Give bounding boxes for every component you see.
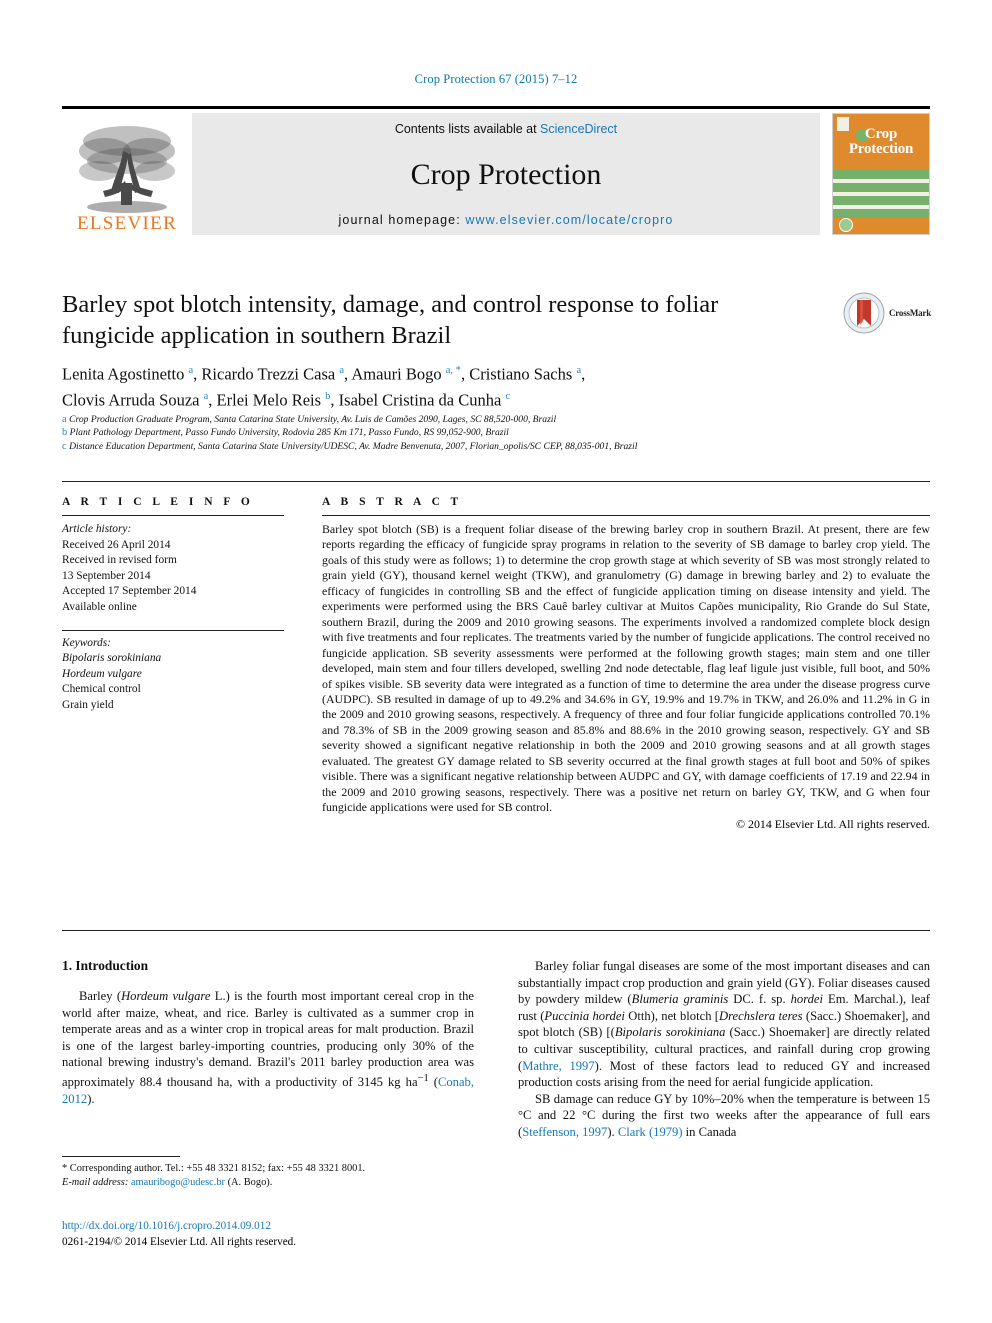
keywords-label: Keywords:: [62, 636, 111, 649]
footnote-rule: [62, 1156, 180, 1157]
crossmark-badge[interactable]: CrossMark: [843, 290, 943, 336]
doi-link[interactable]: http://dx.doi.org/10.1016/j.cropro.2014.…: [62, 1219, 522, 1235]
page-title: Barley spot blotch intensity, damage, an…: [62, 291, 719, 349]
history-item: 13 September 2014: [62, 569, 151, 582]
journal-cover-thumbnail: Crop Protection: [832, 113, 930, 235]
keyword-item: Bipolaris sorokiniana: [62, 652, 162, 665]
corresponding-author-footnote: * Corresponding author. Tel.: +55 48 332…: [62, 1156, 474, 1190]
keyword-item: Chemical control: [62, 683, 141, 696]
intro-paragraph-right-1: Barley foliar fungal diseases are some o…: [518, 959, 931, 1090]
footnote-email-line: E-mail address: amauribogo@udesc.br (A. …: [62, 1176, 474, 1190]
keywords-rule: [62, 629, 284, 631]
crossmark-label: CrossMark: [889, 308, 932, 318]
body-column-right: Barley foliar fungal diseases are some o…: [518, 958, 930, 1141]
abstract-rule: [322, 515, 930, 516]
email-suffix: (A. Bogo).: [225, 1177, 273, 1189]
issn-copyright: 0261-2194/© 2014 Elsevier Ltd. All right…: [62, 1235, 297, 1248]
abstract-copyright: © 2014 Elsevier Ltd. All rights reserved…: [736, 816, 930, 831]
cover-footer: [833, 218, 929, 234]
keywords-block: Keywords: Bipolaris sorokiniana Hordeum …: [62, 629, 284, 714]
article-info-section: A R T I C L E I N F O Article history: R…: [62, 496, 284, 714]
journal-masthead: ELSEVIER Contents lists available at Sci…: [62, 106, 930, 235]
contents-list-line: Contents lists available at ScienceDirec…: [395, 122, 617, 136]
crossmark-icon: [843, 292, 885, 334]
body-column-left: 1. Introduction Barley (Hordeum vulgare …: [62, 958, 474, 1107]
cover-title: Crop Protection: [833, 127, 929, 157]
doi-block: http://dx.doi.org/10.1016/j.cropro.2014.…: [62, 1219, 522, 1250]
affiliation-mark: a: [62, 414, 67, 425]
journal-homepage-line: journal homepage: www.elsevier.com/locat…: [339, 213, 674, 227]
article-info-heading: A R T I C L E I N F O: [62, 496, 254, 508]
affiliation-item: b Plant Pathology Department, Passo Fund…: [62, 426, 922, 439]
running-head: Crop Protection 67 (2015) 7–12: [414, 72, 578, 86]
affiliation-item: a Crop Production Graduate Program, Sant…: [62, 413, 922, 426]
section-heading-introduction: 1. Introduction: [62, 958, 149, 973]
history-item: Available online: [62, 600, 137, 613]
homepage-prefix: journal homepage:: [338, 213, 466, 227]
author-list: Lenita Agostinetto a, Ricardo Trezzi Cas…: [62, 360, 862, 411]
paper-page: Crop Protection 67 (2015) 7–12 ELSEVIER …: [0, 0, 992, 1323]
journal-homepage-link[interactable]: www.elsevier.com/locate/cropro: [465, 213, 673, 227]
keyword-item: Hordeum vulgare: [62, 667, 142, 680]
affiliation-text: Distance Education Department, Santa Cat…: [69, 440, 638, 452]
email-label: E-mail address:: [62, 1177, 129, 1189]
history-item: Accepted 17 September 2014: [62, 585, 197, 598]
contents-prefix: Contents lists available at: [394, 122, 541, 136]
affiliation-item: c Distance Education Department, Santa C…: [62, 440, 922, 453]
footnote-corresponding: * Corresponding author. Tel.: +55 48 332…: [62, 1163, 366, 1174]
cover-title-line1: Crop: [864, 126, 898, 142]
elsevier-wordmark: ELSEVIER: [76, 213, 178, 234]
author-line-2: Clovis Arruda Souza a, Erlei Melo Reis b…: [62, 390, 511, 409]
journal-band: Contents lists available at ScienceDirec…: [192, 113, 820, 235]
email-link[interactable]: amauribogo@udesc.br: [131, 1177, 225, 1188]
keyword-item: Grain yield: [62, 698, 114, 711]
elsevier-tree-icon: [79, 126, 175, 213]
history-item: Received in revised form: [62, 554, 177, 567]
divider-bottom: [62, 930, 930, 931]
intro-paragraph-right-2: SB damage can reduce GY by 10%–20% when …: [518, 1091, 930, 1139]
article-history-block: Article history: Received 26 April 2014 …: [62, 522, 284, 616]
elsevier-logo: ELSEVIER: [62, 113, 192, 235]
author-line-1: Lenita Agostinetto a, Ricardo Trezzi Cas…: [62, 364, 586, 384]
article-info-rule: [62, 515, 284, 516]
cover-globe-icon: [839, 218, 853, 232]
affiliation-text: Crop Production Graduate Program, Santa …: [69, 414, 557, 425]
affiliation-list: a Crop Production Graduate Program, Sant…: [62, 413, 922, 453]
cover-title-line2: Protection: [848, 141, 914, 157]
abstract-text: Barley spot blotch (SB) is a frequent fo…: [322, 522, 930, 815]
history-item: Received 26 April 2014: [62, 538, 171, 551]
affiliation-text: Plant Pathology Department, Passo Fundo …: [69, 427, 509, 439]
affiliation-mark: c: [62, 440, 67, 452]
abstract-section: A B S T R A C T Barley spot blotch (SB) …: [322, 496, 930, 832]
divider-top: [62, 481, 930, 482]
intro-paragraph-left: Barley (Hordeum vulgare L.) is the fourt…: [62, 989, 475, 1106]
article-history-label: Article history:: [62, 523, 132, 535]
abstract-heading: A B S T R A C T: [322, 496, 463, 508]
affiliation-mark: b: [62, 427, 68, 439]
journal-title: Crop Protection: [410, 157, 602, 191]
sciencedirect-link[interactable]: ScienceDirect: [540, 122, 617, 136]
